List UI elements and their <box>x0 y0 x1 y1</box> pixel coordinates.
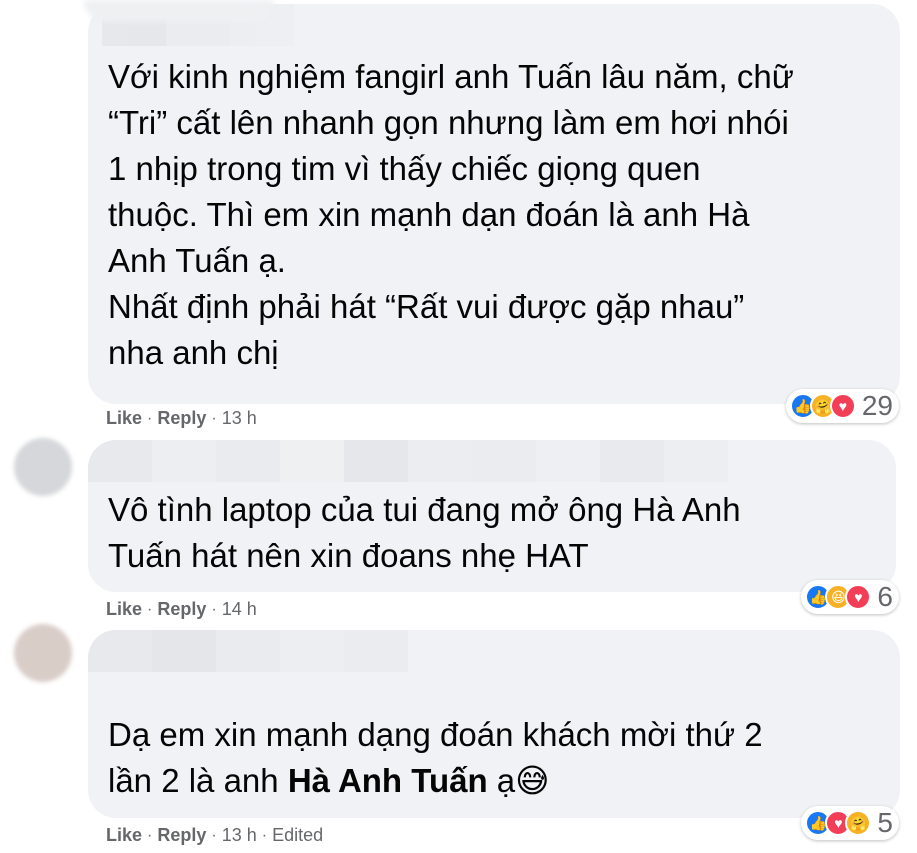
commenter-avatar[interactable] <box>14 624 72 682</box>
reaction-summary[interactable]: 👍 😆 ♥ 6 <box>801 580 899 614</box>
commenter-name-blurred[interactable] <box>88 630 408 672</box>
commenter-name-blurred[interactable] <box>88 440 728 482</box>
edited-label[interactable]: Edited <box>272 825 323 846</box>
separator: · <box>211 409 217 427</box>
separator: · <box>147 826 153 844</box>
like-button[interactable]: Like <box>106 599 142 620</box>
avatar-partial <box>84 0 274 22</box>
reaction-count: 29 <box>861 390 893 421</box>
reply-button[interactable]: Reply <box>157 599 206 620</box>
comment-bubble: Với kinh nghiệm fangirl anh Tuấn lâu năm… <box>88 4 900 404</box>
heart-reaction-icon: ♥ <box>829 393 856 419</box>
separator: · <box>147 409 153 427</box>
separator: · <box>261 826 268 844</box>
reaction-summary[interactable]: 👍 🤗 ♥ 29 <box>785 389 899 423</box>
like-button[interactable]: Like <box>106 825 142 846</box>
separator: · <box>211 826 217 844</box>
comment-text-part: ạ😅 <box>487 762 550 799</box>
commenter-avatar[interactable] <box>14 438 72 496</box>
comment-text: Dạ em xin mạnh dạng đoán khách mời thứ 2… <box>108 712 880 804</box>
separator: · <box>147 600 153 618</box>
reply-button[interactable]: Reply <box>157 825 206 846</box>
reply-button[interactable]: Reply <box>157 408 206 429</box>
comment-actions: Like · Reply · 14 h <box>106 599 257 620</box>
comment-timestamp[interactable]: 13 h <box>222 825 257 846</box>
like-button[interactable]: Like <box>106 408 142 429</box>
mentioned-name: Hà Anh Tuấn <box>287 762 488 799</box>
reaction-count: 5 <box>877 807 893 838</box>
reaction-summary[interactable]: 👍 ♥ 🤗 5 <box>801 806 899 840</box>
comment-text: Vô tình laptop của tui đang mở ông Hà An… <box>108 491 741 574</box>
comment-text: Với kinh nghiệm fangirl anh Tuấn lâu năm… <box>108 58 794 371</box>
comment-timestamp[interactable]: 14 h <box>222 599 257 620</box>
heart-reaction-icon: ♥ <box>845 584 872 610</box>
comment-actions: Like · Reply · 13 h · Edited <box>106 825 323 846</box>
reaction-count: 6 <box>877 581 893 612</box>
care-reaction-icon: 🤗 <box>845 810 872 836</box>
comment-timestamp[interactable]: 13 h <box>222 408 257 429</box>
separator: · <box>211 600 217 618</box>
comment-bubble: Dạ em xin mạnh dạng đoán khách mời thứ 2… <box>88 630 900 818</box>
comment-bubble: Vô tình laptop của tui đang mở ông Hà An… <box>88 440 896 592</box>
comment-actions: Like · Reply · 13 h <box>106 408 257 429</box>
